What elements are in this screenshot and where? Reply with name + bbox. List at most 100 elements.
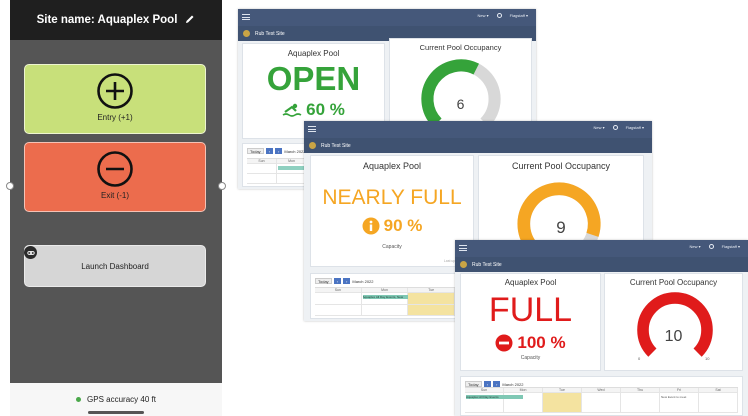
- pool-status-text: NEARLY FULL: [322, 186, 462, 209]
- capacity-percent-row: 60 %: [243, 100, 384, 120]
- calendar-day-cell[interactable]: [361, 304, 409, 316]
- pool-status-text: FULL: [488, 291, 573, 329]
- gps-status-dot: [76, 397, 82, 402]
- new-menu[interactable]: New ▾: [593, 125, 604, 130]
- info-circle-icon: [362, 217, 380, 235]
- site-logo-icon: [309, 142, 316, 149]
- menu-icon[interactable]: [459, 245, 467, 251]
- site-logo-icon: [243, 30, 250, 37]
- calendar-month: March 2022: [502, 381, 524, 387]
- occupancy-panel: Current Pool Occupancy 10 0 10: [604, 273, 743, 371]
- link-icon: [24, 246, 37, 259]
- dashboard-top-bar: New ▾ Flagstaff ▾: [455, 240, 748, 257]
- site-bar: Rub Test Site: [455, 257, 748, 272]
- entry-button[interactable]: Entry (+1): [24, 64, 206, 134]
- menu-icon[interactable]: [308, 126, 316, 132]
- calendar-today-cell[interactable]: [543, 393, 582, 413]
- pool-status-text: OPEN: [266, 60, 361, 97]
- occupancy-value: 6: [456, 96, 465, 112]
- gauge-min-label: 0: [638, 356, 641, 361]
- calendar-day-cell[interactable]: Aquaplex All Day Events: [465, 393, 523, 413]
- pencil-icon[interactable]: [185, 14, 195, 27]
- right-edge-handle: [218, 182, 226, 190]
- capacity-percent-row: 90 %: [311, 216, 473, 236]
- calendar-widget: Today ‹ › March 2022 Sun Mon Tue Aquaple…: [310, 273, 460, 319]
- occupancy-title: Current Pool Occupancy: [511, 161, 611, 171]
- calendar-widget: Today ‹ › March 2022 Sun Mon: [242, 143, 312, 187]
- dashboard-full: New ▾ Flagstaff ▾ Rub Test Site Aquaplex…: [455, 240, 748, 416]
- capacity-percent-row: 100 %: [461, 333, 600, 353]
- calendar-day-cell[interactable]: [277, 174, 307, 184]
- user-menu[interactable]: Flagstaff ▾: [626, 125, 644, 130]
- calendar-event[interactable]: [278, 166, 305, 170]
- calendar-day-cell[interactable]: [315, 304, 362, 316]
- occupancy-value: 10: [664, 328, 683, 345]
- bell-icon[interactable]: [496, 13, 502, 18]
- calendar-day-cell[interactable]: [247, 174, 277, 184]
- capacity-percent: 60 %: [306, 100, 345, 119]
- calendar-month: March 2022: [352, 278, 374, 284]
- site-bar: Rub Test Site: [304, 138, 652, 153]
- calendar-today-button[interactable]: Today: [247, 148, 264, 154]
- capacity-label: Capacity: [382, 244, 402, 250]
- gauge-max-label: 10: [705, 356, 710, 361]
- occupancy-title: Current Pool Occupancy: [629, 278, 718, 287]
- home-indicator: [88, 411, 144, 414]
- exit-button-label: Exit (-1): [101, 191, 129, 200]
- calendar-month: March 2022: [284, 148, 306, 154]
- user-menu[interactable]: Flagstaff ▾: [510, 13, 528, 18]
- new-menu[interactable]: New ▾: [477, 13, 488, 18]
- launch-dashboard-button[interactable]: Launch Dashboard: [24, 245, 206, 287]
- calendar-day-cell[interactable]: [315, 293, 362, 305]
- calendar-next-button[interactable]: ›: [343, 278, 351, 284]
- dashboard-top-bar: New ▾ Flagstaff ▾: [304, 121, 652, 138]
- pool-title: Aquaplex Pool: [504, 278, 557, 287]
- calendar-widget: Today ‹ › March 2022 Sun Mon Tue Wed Thu…: [460, 376, 743, 416]
- bell-icon[interactable]: [612, 125, 618, 130]
- calendar-event[interactable]: New Event to meet: [661, 395, 697, 399]
- minus-circle-icon: [97, 151, 133, 187]
- calendar-day-cell[interactable]: [621, 393, 660, 413]
- pool-title: Aquaplex Pool: [362, 161, 422, 171]
- calendar-day-cell[interactable]: Aquaplex All Day Events, New: [361, 293, 448, 305]
- calendar-day-cell[interactable]: [247, 164, 277, 174]
- launch-dashboard-label: Launch Dashboard: [81, 261, 149, 271]
- calendar-day-cell[interactable]: [699, 393, 738, 413]
- occupancy-title: Current Pool Occupancy: [419, 43, 502, 52]
- site-name-label: Site name: Aquaplex Pool: [36, 14, 178, 26]
- plus-circle-icon: [97, 73, 133, 109]
- new-menu[interactable]: New ▾: [689, 244, 700, 249]
- calendar-today-cell[interactable]: [408, 293, 455, 305]
- gauge-fill: [421, 59, 479, 128]
- capacity-percent: 100 %: [517, 333, 566, 352]
- exit-button[interactable]: Exit (-1): [24, 142, 206, 212]
- calendar-today-button[interactable]: Today: [315, 278, 332, 284]
- calendar-day-cell[interactable]: [277, 164, 307, 174]
- bell-icon[interactable]: [708, 244, 714, 249]
- calendar-day-cell[interactable]: [582, 393, 621, 413]
- occupancy-value: 9: [556, 218, 566, 237]
- mobile-app-screen: Site name: Aquaplex Pool Entry (+1) Exit…: [6, 0, 226, 416]
- pool-status-panel: Aquaplex Pool NEARLY FULL 90 % Capacity …: [310, 155, 474, 267]
- calendar-prev-button[interactable]: ‹: [265, 148, 274, 154]
- site-title: Rub Test Site: [472, 261, 502, 268]
- calendar-prev-button[interactable]: ‹: [333, 278, 342, 284]
- capacity-percent: 90 %: [383, 216, 423, 235]
- menu-icon[interactable]: [242, 14, 250, 20]
- calendar-day-cell[interactable]: [504, 393, 543, 413]
- pool-status-panel: Aquaplex Pool FULL 100 % Capacity: [460, 273, 601, 371]
- left-edge-handle: [6, 182, 14, 190]
- capacity-label: Capacity: [520, 355, 541, 361]
- site-title: Rub Test Site: [321, 142, 351, 149]
- entry-button-label: Entry (+1): [97, 113, 133, 122]
- calendar-next-button[interactable]: ›: [275, 148, 283, 154]
- calendar-day-cell[interactable]: New Event to meet: [660, 393, 699, 413]
- calendar-day-cell[interactable]: [408, 304, 455, 316]
- site-name-header: Site name: Aquaplex Pool: [10, 0, 222, 40]
- site-title: Rub Test Site: [255, 30, 285, 37]
- dashboard-top-bar: New ▾ Flagstaff ▾: [238, 9, 536, 26]
- swimmer-icon: [282, 103, 302, 117]
- user-menu[interactable]: Flagstaff ▾: [722, 244, 740, 249]
- minus-circle-icon: [495, 334, 513, 352]
- site-logo-icon: [460, 261, 467, 268]
